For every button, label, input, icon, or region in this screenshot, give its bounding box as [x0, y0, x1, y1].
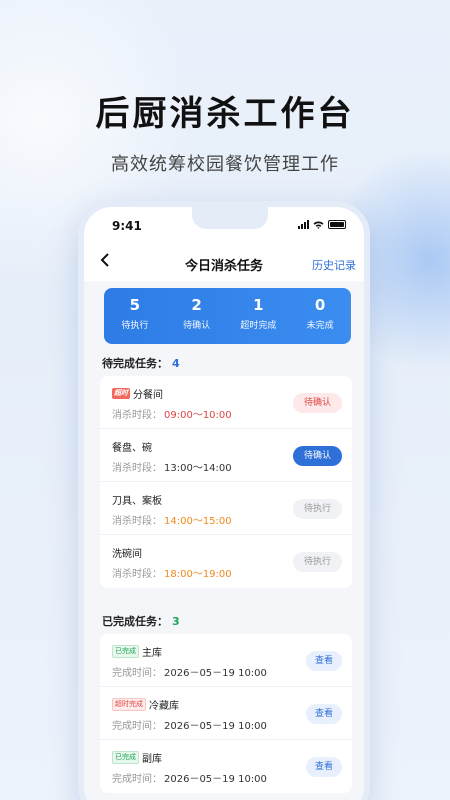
task-name-line: 刀具、案板: [112, 492, 162, 507]
stat-label: 待确认: [183, 321, 211, 331]
history-link[interactable]: 历史记录: [312, 257, 356, 273]
pending-task-list: 超时 分餐间 消杀时段： 09:00～10:00 待确认 餐盘、碗 消杀时段： 13…: [100, 376, 352, 588]
confirm-button[interactable]: 待确认: [292, 446, 342, 466]
stat-value: 1: [253, 296, 264, 314]
task-row[interactable]: 洗碗间 消杀时段： 18:00～19:00 待执行: [100, 535, 352, 588]
task-name-line: 餐盘、碗: [112, 439, 152, 454]
task-row[interactable]: 已完成 主库 完成时间： 2026－05－19 10:00 查看: [100, 634, 352, 687]
completed-section-title: 已完成任务： 3: [102, 613, 180, 629]
stats-banner: 5 待执行 2 待确认 1 超时完成 0 未完成: [104, 288, 351, 344]
stat-label: 待执行: [121, 321, 149, 331]
task-time: 09:00～10:00: [164, 410, 232, 421]
time-label: 完成时间：: [112, 721, 162, 732]
view-button[interactable]: 查看: [305, 757, 342, 777]
task-name: 主库: [142, 648, 162, 659]
task-time-line: 完成时间： 2026－05－19 10:00: [112, 717, 267, 732]
status-time: 9:41: [112, 219, 142, 233]
task-row[interactable]: 刀具、案板 消杀时段： 14:00～15:00 待执行: [100, 482, 352, 535]
task-time: 2026－05－19 10:00: [164, 721, 267, 732]
task-name: 副库: [142, 754, 162, 765]
task-time: 13:00～14:00: [164, 463, 232, 474]
stat-value: 5: [129, 296, 141, 314]
task-name-line: 已完成 副库: [112, 750, 162, 765]
completed-title-text: 已完成任务：: [102, 615, 168, 628]
view-button[interactable]: 查看: [305, 651, 342, 671]
time-label: 消杀时段：: [112, 516, 162, 527]
task-name-line: 超时 分餐间: [112, 386, 163, 401]
time-label: 完成时间：: [112, 774, 162, 785]
overtime-badge: 超时: [112, 388, 130, 399]
time-label: 消杀时段：: [112, 463, 162, 474]
task-row[interactable]: 超时 分餐间 消杀时段： 09:00～10:00 待确认: [100, 376, 352, 429]
pending-title-text: 待完成任务：: [102, 357, 168, 370]
task-time-line: 完成时间： 2026－05－19 10:00: [112, 664, 267, 679]
stat-overtime-done[interactable]: 1 超时完成: [228, 288, 290, 344]
task-name-line: 已完成 主库: [112, 644, 162, 659]
confirm-button[interactable]: 待确认: [292, 393, 342, 413]
stat-value: 2: [191, 296, 202, 314]
execute-button[interactable]: 待执行: [292, 499, 342, 519]
page-subline: 高效统筹校园餐饮管理工作: [111, 154, 339, 175]
completed-task-list: 已完成 主库 完成时间： 2026－05－19 10:00 查看 超时完成 冷藏库…: [100, 634, 352, 793]
stat-label: 超时完成: [240, 321, 277, 331]
nav-bar: 今日消杀任务 历史记录: [84, 247, 364, 281]
task-time: 2026－05－19 10:00: [164, 668, 267, 679]
phone-notch: [192, 207, 268, 229]
task-time: 2026－05－19 10:00: [164, 774, 267, 785]
status-badge: 已完成: [112, 751, 139, 764]
stat-unfinished[interactable]: 0 未完成: [289, 288, 351, 344]
status-icons: [298, 220, 346, 229]
execute-button[interactable]: 待执行: [292, 552, 342, 572]
stat-value: 0: [314, 296, 326, 314]
task-name: 刀具、案板: [112, 496, 162, 507]
task-time-line: 完成时间： 2026－05－19 10:00: [112, 770, 267, 785]
task-row[interactable]: 超时完成 冷藏库 完成时间： 2026－05－19 10:00 查看: [100, 687, 352, 740]
pending-count: 4: [172, 357, 180, 370]
task-row[interactable]: 已完成 副库 完成时间： 2026－05－19 10:00 查看: [100, 740, 352, 793]
time-label: 消杀时段：: [112, 410, 162, 421]
task-name-line: 超时完成 冷藏库: [112, 697, 179, 712]
task-time: 14:00～15:00: [164, 516, 232, 527]
battery-icon: [328, 220, 346, 229]
task-time-line: 消杀时段： 18:00～19:00: [112, 565, 232, 580]
wifi-icon: [313, 220, 324, 229]
task-row[interactable]: 餐盘、碗 消杀时段： 13:00～14:00 待确认: [100, 429, 352, 482]
task-name: 餐盘、碗: [112, 443, 152, 454]
page-headline: 后厨消杀工作台: [95, 94, 355, 134]
signal-icon: [298, 220, 309, 229]
task-time: 18:00～19:00: [164, 569, 232, 580]
status-badge: 已完成: [112, 645, 139, 658]
task-name: 洗碗间: [112, 549, 142, 560]
stat-pending-confirm[interactable]: 2 待确认: [166, 288, 228, 344]
stat-label: 未完成: [306, 321, 334, 331]
status-bar: 9:41: [84, 207, 364, 247]
task-name: 冷藏库: [149, 701, 179, 712]
time-label: 消杀时段：: [112, 569, 162, 580]
pending-section-title: 待完成任务： 4: [102, 355, 180, 371]
status-badge: 超时完成: [112, 698, 146, 711]
phone-frame: 9:41 今日消杀任务 历史记录 5 待执行 2 待确认 1 超时完成 0 未完…: [78, 201, 370, 800]
phone-screen: 9:41 今日消杀任务 历史记录 5 待执行 2 待确认 1 超时完成 0 未完…: [84, 207, 364, 800]
view-button[interactable]: 查看: [305, 704, 342, 724]
stat-pending-execute[interactable]: 5 待执行: [104, 288, 166, 344]
task-name: 分餐间: [133, 390, 163, 401]
task-time-line: 消杀时段： 09:00～10:00: [112, 406, 232, 421]
task-name-line: 洗碗间: [112, 545, 142, 560]
task-time-line: 消杀时段： 14:00～15:00: [112, 512, 232, 527]
time-label: 完成时间：: [112, 668, 162, 679]
task-time-line: 消杀时段： 13:00～14:00: [112, 459, 232, 474]
completed-count: 3: [172, 615, 180, 628]
